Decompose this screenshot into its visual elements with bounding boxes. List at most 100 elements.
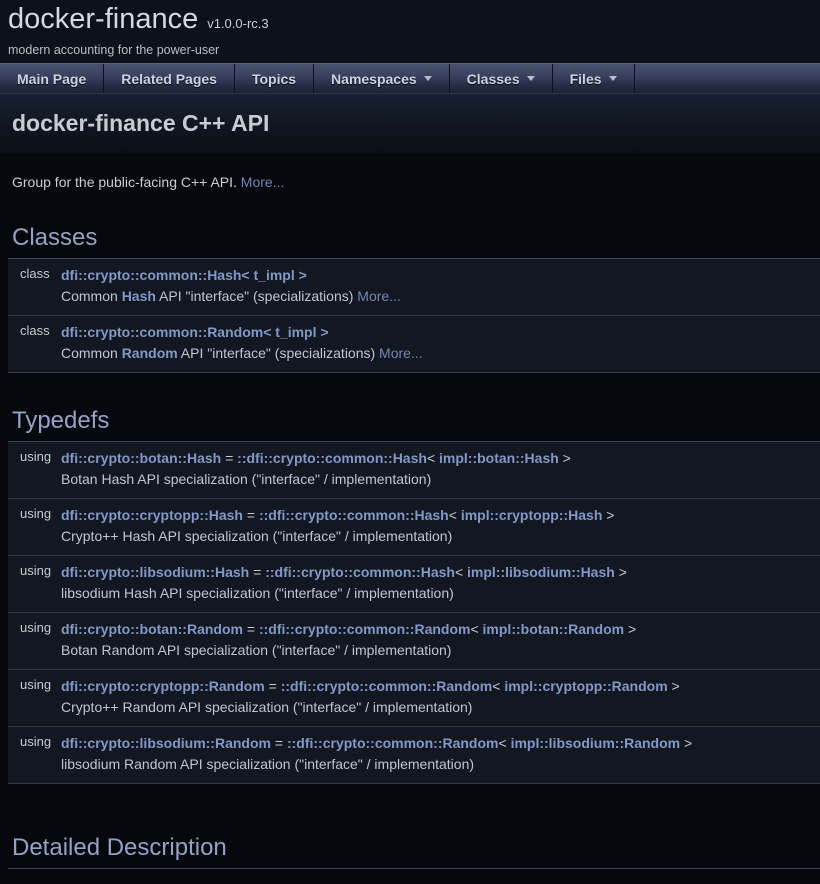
- member-link[interactable]: dfi::crypto::libsodium::Hash: [61, 564, 249, 580]
- member-declaration: dfi::crypto::botan::Hash = ::dfi::crypto…: [54, 442, 820, 468]
- member-description-row: libsodium Random API specialization ("in…: [8, 753, 820, 781]
- member-declaration: dfi::crypto::cryptopp::Hash = ::dfi::cry…: [54, 499, 820, 526]
- member-description-row: libsodium Hash API specialization ("inte…: [8, 582, 820, 610]
- nav-tab-label: Main Page: [17, 71, 86, 87]
- spacer-cell: [8, 753, 54, 781]
- more-link[interactable]: More...: [379, 345, 423, 361]
- plain-text: API "interface" (specializations): [156, 288, 357, 304]
- plain-text: <: [498, 735, 510, 751]
- nav-tab-label: Related Pages: [121, 71, 217, 87]
- member-declaration-row: class dfi::crypto::common::Hash< t_impl >: [8, 259, 820, 285]
- member-link[interactable]: dfi::crypto::common::Hash< t_impl >: [61, 267, 307, 283]
- plain-text: Botan Random API specialization ("interf…: [61, 642, 451, 658]
- spacer-cell: [8, 696, 54, 724]
- member-keyword: using: [8, 556, 54, 583]
- more-link[interactable]: More...: [357, 288, 401, 304]
- spacer-cell: [8, 639, 54, 667]
- member-link[interactable]: Hash: [122, 288, 156, 304]
- member-link[interactable]: ::dfi::crypto::common::Hash: [265, 564, 455, 580]
- group-summary: Group for the public-facing C++ API. Mor…: [12, 174, 808, 190]
- member-link[interactable]: impl::cryptopp::Hash: [461, 507, 603, 523]
- member-link[interactable]: dfi::crypto::botan::Hash: [61, 450, 221, 466]
- nav-tab-label: Namespaces: [331, 71, 417, 87]
- nav-tab-link-files[interactable]: Files: [553, 64, 634, 93]
- title-area: docker-finance v1.0.0-rc.3 modern account…: [0, 0, 820, 63]
- member-link[interactable]: impl::libsodium::Hash: [467, 564, 615, 580]
- member-link[interactable]: dfi::crypto::libsodium::Random: [61, 735, 271, 751]
- member-link[interactable]: ::dfi::crypto::common::Random: [259, 621, 471, 637]
- nav-tab-link-classes[interactable]: Classes: [450, 64, 552, 93]
- nav-tab-link-main-page[interactable]: Main Page: [0, 64, 103, 93]
- nav-tab-related-pages[interactable]: Related Pages: [104, 64, 235, 93]
- plain-text: >: [559, 450, 571, 466]
- member-declaration: dfi::crypto::common::Random< t_impl >: [54, 316, 820, 343]
- nav-tab-link-namespaces[interactable]: Namespaces: [314, 64, 449, 93]
- plain-text: <: [449, 507, 461, 523]
- member-description-row: Botan Hash API specialization ("interfac…: [8, 468, 820, 496]
- project-name: docker-finance v1.0.0-rc.3: [8, 2, 820, 41]
- plain-text: >: [624, 621, 636, 637]
- member-description: Crypto++ Hash API specialization ("inter…: [54, 525, 820, 553]
- plain-text: =: [265, 678, 281, 694]
- member-link[interactable]: ::dfi::crypto::common::Hash: [237, 450, 427, 466]
- member-link[interactable]: dfi::crypto::common::Random< t_impl >: [61, 324, 329, 340]
- member-description-row: Common Hash API "interface" (specializat…: [8, 285, 820, 313]
- member-link[interactable]: impl::botan::Hash: [439, 450, 559, 466]
- plain-text: libsodium Random API specialization ("in…: [61, 756, 474, 772]
- member-declaration-row: usingdfi::crypto::cryptopp::Hash = ::dfi…: [8, 499, 820, 526]
- member-description-row: Botan Random API specialization ("interf…: [8, 639, 820, 667]
- plain-text: =: [249, 564, 265, 580]
- member-description: Common Hash API "interface" (specializat…: [54, 285, 820, 313]
- project-brief: modern accounting for the power-user: [8, 43, 820, 57]
- member-keyword: class: [8, 316, 54, 343]
- plain-text: Botan Hash API specialization ("interfac…: [61, 471, 431, 487]
- plain-text: =: [221, 450, 237, 466]
- member-link[interactable]: dfi::crypto::botan::Random: [61, 621, 243, 637]
- member-description-row: Common Random API "interface" (specializ…: [8, 342, 820, 370]
- project-name-text: docker-finance: [8, 3, 198, 35]
- nav-tab-label: Files: [570, 71, 602, 87]
- row-separator: [8, 370, 820, 373]
- classes-table: class dfi::crypto::common::Hash< t_impl >…: [8, 259, 820, 373]
- plain-text: =: [243, 507, 259, 523]
- member-link[interactable]: Random: [122, 345, 178, 361]
- plain-text: API "interface" (specializations): [178, 345, 379, 361]
- member-declaration: dfi::crypto::libsodium::Hash = ::dfi::cr…: [54, 556, 820, 583]
- member-keyword: class: [8, 259, 54, 285]
- nav-tab-main-page[interactable]: Main Page: [0, 64, 104, 93]
- member-description: Botan Random API specialization ("interf…: [54, 639, 820, 667]
- spacer-cell: [8, 582, 54, 610]
- member-declaration: dfi::crypto::cryptopp::Random = ::dfi::c…: [54, 670, 820, 697]
- member-declaration-row: usingdfi::crypto::botan::Random = ::dfi:…: [8, 613, 820, 640]
- project-version: v1.0.0-rc.3: [207, 16, 268, 31]
- section-heading-classes: Classes: [8, 220, 820, 259]
- nav-tab-namespaces[interactable]: Namespaces: [314, 64, 450, 93]
- member-declaration-row: usingdfi::crypto::botan::Hash = ::dfi::c…: [8, 442, 820, 468]
- member-link[interactable]: dfi::crypto::cryptopp::Random: [61, 678, 265, 694]
- spacer-cell: [8, 468, 54, 496]
- nav-tab-link-topics[interactable]: Topics: [235, 64, 313, 93]
- nav-tab-files[interactable]: Files: [553, 64, 635, 93]
- nav-tab-link-related-pages[interactable]: Related Pages: [104, 64, 234, 93]
- member-description: libsodium Hash API specialization ("inte…: [54, 582, 820, 610]
- member-declaration: dfi::crypto::botan::Random = ::dfi::cryp…: [54, 613, 820, 640]
- member-link[interactable]: impl::cryptopp::Random: [504, 678, 667, 694]
- member-declaration: dfi::crypto::common::Hash< t_impl >: [54, 259, 820, 285]
- plain-text: <: [427, 450, 439, 466]
- group-summary-text: Group for the public-facing C++ API.: [12, 174, 237, 190]
- row-separator: [8, 781, 820, 784]
- member-link[interactable]: impl::botan::Random: [483, 621, 625, 637]
- nav-tab-classes[interactable]: Classes: [450, 64, 553, 93]
- member-declaration-row: usingdfi::crypto::libsodium::Hash = ::df…: [8, 556, 820, 583]
- nav-tab-topics[interactable]: Topics: [235, 64, 314, 93]
- member-link[interactable]: impl::libsodium::Random: [511, 735, 681, 751]
- member-link[interactable]: ::dfi::crypto::common::Random: [287, 735, 499, 751]
- member-keyword: using: [8, 613, 54, 640]
- member-link[interactable]: dfi::crypto::cryptopp::Hash: [61, 507, 243, 523]
- member-link[interactable]: ::dfi::crypto::common::Hash: [259, 507, 449, 523]
- page-title: docker-finance C++ API: [12, 111, 808, 136]
- plain-text: >: [602, 507, 614, 523]
- member-description: libsodium Random API specialization ("in…: [54, 753, 820, 781]
- member-link[interactable]: ::dfi::crypto::common::Random: [281, 678, 493, 694]
- more-link[interactable]: More...: [241, 174, 285, 190]
